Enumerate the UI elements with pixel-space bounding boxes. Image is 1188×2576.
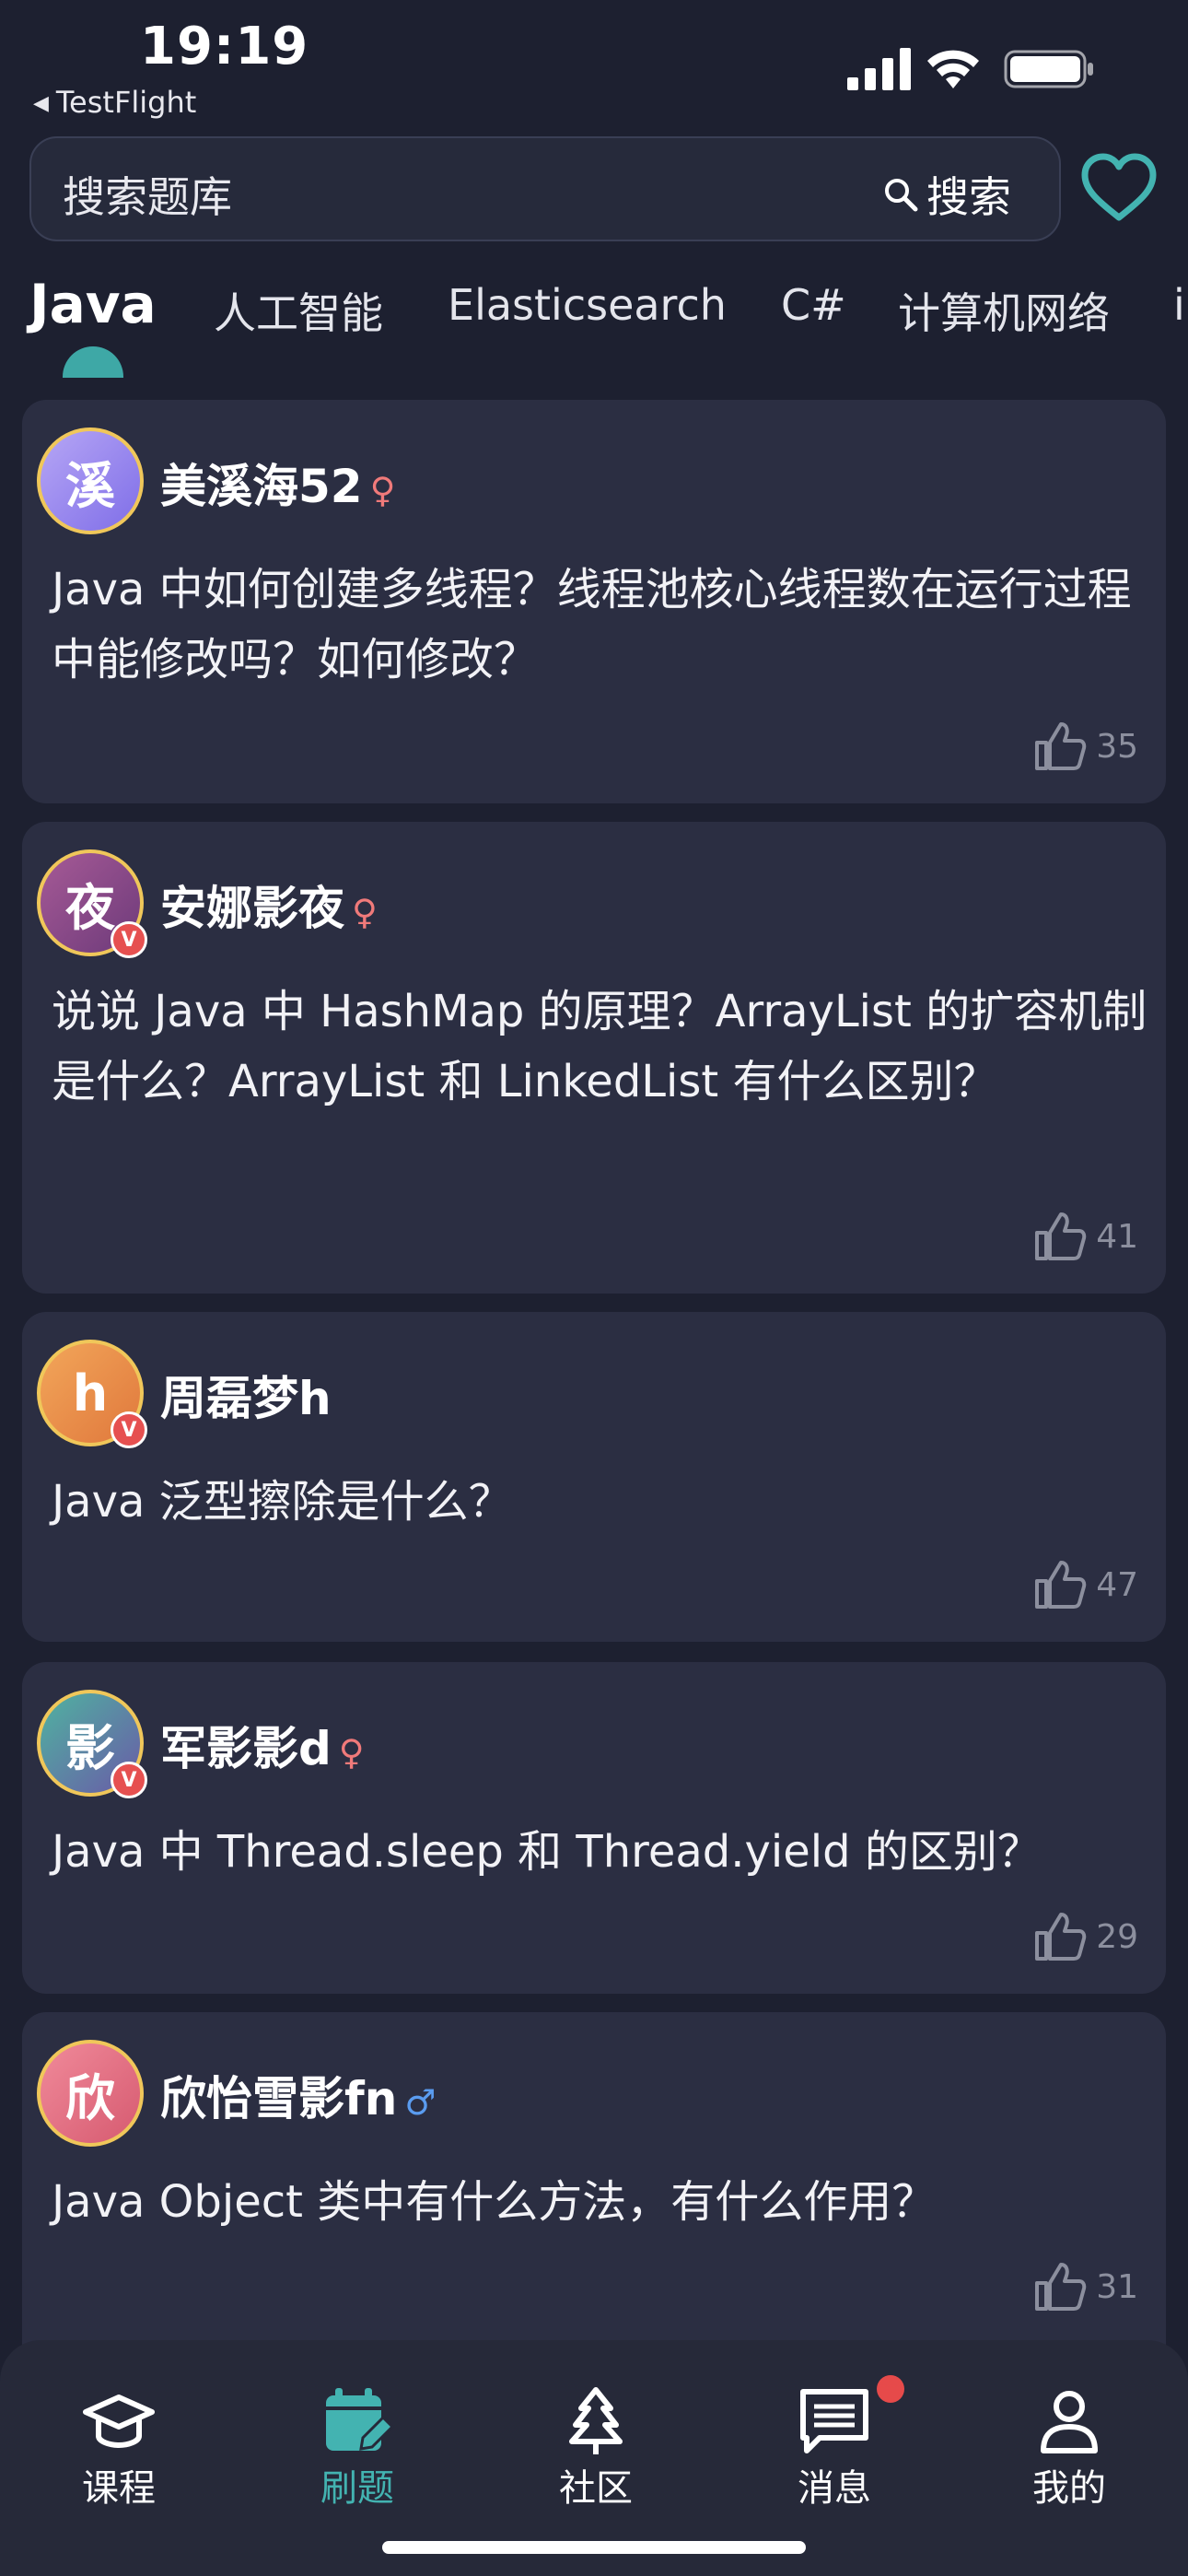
thumbs-up-icon: [1035, 722, 1087, 770]
nav-label: 社区: [559, 2467, 633, 2510]
like-count: 41: [1096, 1217, 1138, 1256]
avatar-initial: 欣: [65, 2068, 115, 2127]
like-button[interactable]: 31: [1033, 2261, 1138, 2313]
female-icon: ♀: [369, 470, 396, 510]
avatar-initial: 溪: [65, 456, 115, 515]
search-button[interactable]: 搜索: [882, 164, 1011, 225]
like-button[interactable]: 35: [1033, 720, 1138, 772]
thumbs-up-icon: [1035, 1561, 1087, 1609]
username-text: 军影影d: [160, 1722, 332, 1775]
search-input[interactable]: 搜索题库 搜索: [29, 136, 1061, 241]
username[interactable]: 安娜影夜 ♀: [160, 872, 378, 938]
avatar[interactable]: 欣: [37, 2040, 144, 2147]
like-button[interactable]: 29: [1033, 1911, 1138, 1962]
avatar-initial: 夜: [65, 878, 115, 937]
question-text: Java 中 Thread.sleep 和 Thread.yield 的区别？: [52, 1826, 1042, 1878]
avatar[interactable]: 影 V: [37, 1690, 147, 1798]
like-button[interactable]: 41: [1033, 1211, 1138, 1262]
question-card[interactable]: 溪 美溪海52 ♀ Java 中如何创建多线程？线程池核心线程数在运行过程中能修改…: [22, 400, 1166, 803]
battery-icon: [1004, 50, 1093, 88]
back-app-label: TestFlight: [55, 85, 197, 120]
question-card[interactable]: 欣 欣怡雪影fn ♂ Java Object 类中有什么方法，有什么作用？ 31: [22, 2012, 1166, 2381]
avatar[interactable]: h V: [37, 1340, 147, 1448]
like-count: 47: [1096, 1565, 1138, 1604]
question-card[interactable]: h V 周磊梦h Java 泛型擦除是什么？ 47: [22, 1312, 1166, 1642]
verified-badge-icon: V: [111, 1762, 147, 1798]
avatar-initial: 影: [65, 1718, 115, 1777]
tab-more[interactable]: i: [1173, 280, 1185, 330]
message-icon: [800, 2389, 868, 2453]
avatar-initial: h: [72, 1364, 109, 1423]
verified-badge-icon: V: [111, 1411, 147, 1448]
verified-badge-icon: V: [111, 921, 147, 958]
nav-label: 课程: [82, 2467, 156, 2510]
category-tabs: Java 人工智能 Elasticsearch C# 计算机网络 i: [0, 273, 1188, 383]
status-time: 19:19: [140, 17, 309, 76]
user-icon: [1041, 2391, 1098, 2453]
notification-badge: [877, 2375, 904, 2403]
username-text: 周磊梦h: [160, 1372, 332, 1425]
status-bar: 19:19 ◀ TestFlight: [0, 0, 1188, 120]
nav-label: 消息: [798, 2467, 871, 2510]
question-text: Java Object 类中有什么方法，有什么作用？: [52, 2176, 937, 2228]
nav-label: 刷题: [320, 2467, 394, 2510]
active-tab-indicator: [63, 346, 123, 378]
female-icon: ♀: [338, 1732, 365, 1773]
username[interactable]: 欣怡雪影fn ♂: [160, 2062, 436, 2128]
search-icon: [885, 179, 918, 212]
back-arrow-icon: ◀: [33, 92, 49, 115]
username[interactable]: 军影影d ♀: [160, 1712, 365, 1778]
heart-icon[interactable]: [1079, 151, 1159, 225]
username-text: 欣怡雪影fn: [160, 2072, 398, 2125]
tree-icon: [569, 2387, 623, 2454]
like-count: 31: [1096, 2267, 1138, 2306]
avatar[interactable]: 溪: [37, 427, 144, 534]
like-count: 35: [1096, 727, 1138, 766]
female-icon: ♀: [352, 892, 378, 932]
home-indicator[interactable]: [382, 2541, 806, 2554]
back-to-app-link[interactable]: ◀ TestFlight: [33, 85, 196, 120]
tab-elasticsearch[interactable]: Elasticsearch: [448, 280, 727, 330]
like-button[interactable]: 47: [1033, 1559, 1138, 1610]
thumbs-up-icon: [1035, 2263, 1087, 2311]
username[interactable]: 美溪海52 ♀: [160, 450, 395, 516]
male-icon: ♂: [404, 2082, 437, 2123]
question-card[interactable]: 影 V 军影影d ♀ Java 中 Thread.sleep 和 Thread.y…: [22, 1662, 1166, 1994]
tab-java[interactable]: Java: [29, 273, 157, 335]
question-text: 说说 Java 中 HashMap 的原理？ArrayList 的扩容机制是什么…: [52, 986, 1147, 1107]
search-placeholder: 搜索题库: [63, 172, 232, 222]
question-card[interactable]: 夜 V 安娜影夜 ♀ 说说 Java 中 HashMap 的原理？ArrayLis…: [22, 822, 1166, 1294]
tab-csharp[interactable]: C#: [781, 280, 846, 330]
search-button-label: 搜索: [926, 172, 1011, 222]
calendar-edit-icon: [326, 2388, 394, 2451]
thumbs-up-icon: [1035, 1913, 1087, 1961]
wifi-icon: [927, 50, 979, 88]
question-text: Java 中如何创建多线程？线程池核心线程数在运行过程中能修改吗？如何修改？: [52, 564, 1132, 685]
graduation-cap-icon: [83, 2395, 155, 2449]
avatar[interactable]: 夜 V: [37, 849, 147, 958]
username[interactable]: 周磊梦h: [160, 1362, 332, 1428]
signal-icon: [847, 48, 911, 90]
username-text: 美溪海52: [160, 460, 363, 513]
question-text: Java 泛型擦除是什么？: [52, 1476, 513, 1528]
username-text: 安娜影夜: [160, 882, 344, 935]
like-count: 29: [1096, 1917, 1138, 1956]
thumbs-up-icon: [1035, 1212, 1087, 1260]
tab-computer-network[interactable]: 计算机网络: [898, 280, 1110, 341]
nav-label: 我的: [1032, 2467, 1106, 2510]
tab-ai[interactable]: 人工智能: [214, 280, 383, 341]
